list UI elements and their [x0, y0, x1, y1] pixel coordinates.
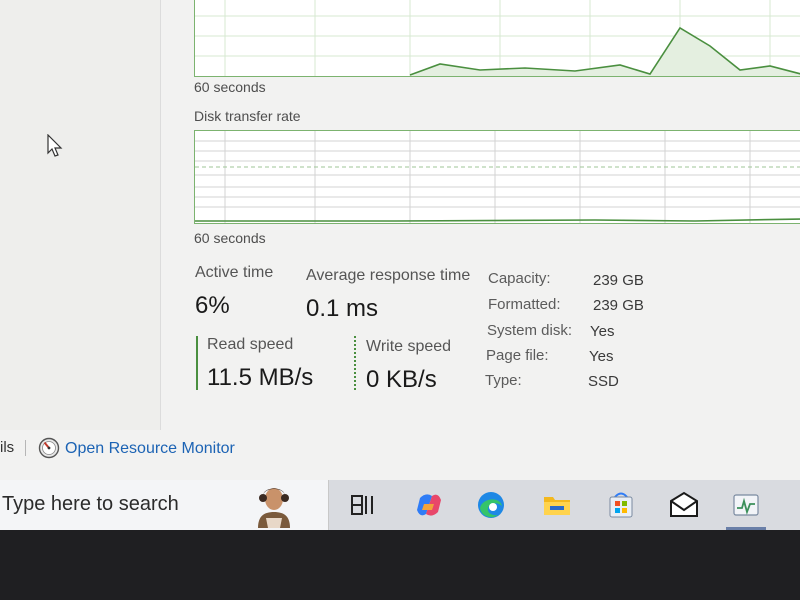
- top-graph-time-label: 60 seconds: [194, 79, 266, 95]
- system-disk-value: Yes: [590, 323, 615, 340]
- formatted-label: Formatted:: [488, 296, 561, 313]
- copilot-icon[interactable]: [412, 488, 446, 522]
- left-pane: [0, 0, 161, 430]
- avg-response-value: 0.1 ms: [306, 295, 379, 322]
- read-speed-bar: [196, 336, 198, 390]
- activity-graph-plot: [195, 0, 800, 76]
- taskbar-search-box[interactable]: Type here to search: [0, 480, 329, 530]
- open-resource-monitor-link[interactable]: Open Resource Monitor: [65, 440, 235, 458]
- fewer-details-link[interactable]: ils: [0, 439, 14, 456]
- activity-graph: [194, 0, 800, 77]
- capacity-value: 239 GB: [593, 272, 644, 289]
- task-manager-active-indicator: [726, 527, 766, 530]
- disk-transfer-plot: [195, 131, 800, 223]
- edge-icon[interactable]: [474, 488, 508, 522]
- search-highlight-icon[interactable]: [248, 482, 300, 528]
- taskbar: Type here to search: [0, 480, 800, 530]
- disk-transfer-graph: [194, 130, 800, 224]
- active-time-value: 6%: [195, 292, 230, 319]
- task-view-icon[interactable]: [346, 488, 380, 522]
- resource-monitor-icon[interactable]: [38, 437, 60, 459]
- type-value: SSD: [588, 373, 619, 390]
- disk-graph-time-label: 60 seconds: [194, 230, 266, 246]
- system-disk-label: System disk:: [487, 322, 573, 339]
- read-speed-label: Read speed: [207, 336, 294, 353]
- microsoft-store-icon[interactable]: [604, 488, 638, 522]
- avg-response-label: Average response time: [306, 267, 471, 284]
- capacity-label: Capacity:: [488, 270, 551, 287]
- task-manager-icon[interactable]: [729, 488, 763, 522]
- task-manager-window: 60 seconds Disk transfer rate 60 seconds…: [0, 0, 800, 530]
- disk-transfer-title: Disk transfer rate: [194, 108, 301, 124]
- active-time-label: Active time: [195, 264, 274, 281]
- disk-transfer-line: [195, 218, 800, 222]
- mouse-cursor-icon: [47, 134, 63, 157]
- page-file-value: Yes: [589, 348, 614, 365]
- formatted-value: 239 GB: [593, 297, 644, 314]
- write-speed-value: 0 KB/s: [366, 366, 437, 393]
- write-speed-bar: [354, 336, 356, 390]
- file-explorer-icon[interactable]: [540, 488, 574, 522]
- read-speed-value: 11.5 MB/s: [207, 364, 314, 391]
- mail-icon[interactable]: [667, 488, 701, 522]
- type-label: Type:: [485, 372, 522, 389]
- footer-separator: [25, 440, 26, 456]
- write-speed-label: Write speed: [366, 338, 452, 355]
- footer-links: ils Open Resource Monitor: [0, 436, 800, 462]
- page-file-label: Page file:: [486, 347, 549, 364]
- search-placeholder: Type here to search: [2, 493, 179, 515]
